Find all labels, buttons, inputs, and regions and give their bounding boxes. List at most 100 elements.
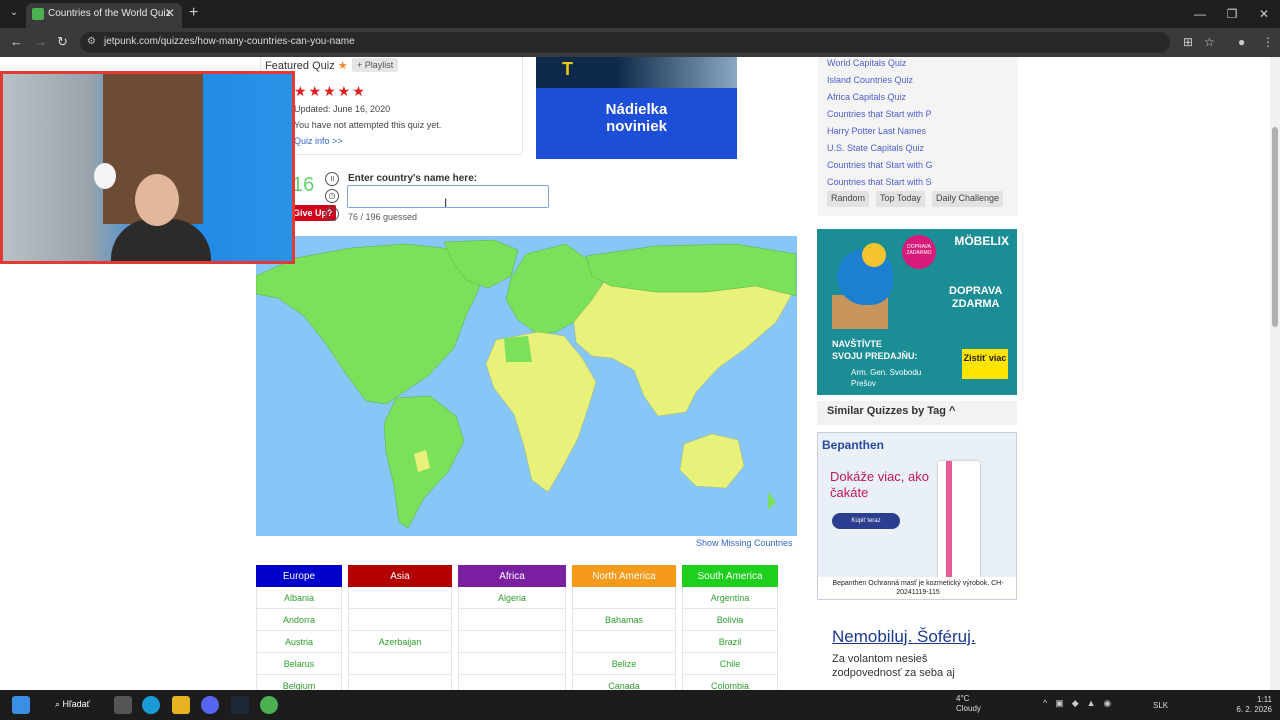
site-info-icon[interactable]: ⚙ — [87, 36, 96, 47]
ad-delivery-text: DOPRAVA ZDARMA — [949, 285, 1003, 310]
profile-icon[interactable]: ● — [1238, 35, 1245, 49]
minimize-icon[interactable]: — — [1184, 0, 1216, 28]
ad-headline-2: noviniek — [606, 118, 667, 135]
steam-icon[interactable] — [231, 696, 249, 714]
world-map-svg — [256, 239, 797, 529]
australia-region[interactable] — [679, 433, 745, 489]
url-bar[interactable]: ⚙ jetpunk.com/quizzes/how-many-countries… — [80, 32, 1170, 53]
world-map[interactable] — [256, 236, 797, 536]
input-language[interactable]: SLK — [1153, 701, 1168, 710]
clock-icon[interactable]: ◷ — [325, 189, 339, 203]
new-zealand-region[interactable] — [768, 492, 776, 510]
hbo-max-ad[interactable]: T Nádielka noviniek — [536, 57, 737, 159]
mobelix-ad[interactable]: MÖBELIX DOPRAVA ZADARMO DOPRAVA ZDARMA N… — [817, 229, 1017, 395]
answer-input[interactable] — [347, 185, 549, 208]
close-window-icon[interactable]: ✕ — [1248, 0, 1280, 28]
back-icon[interactable]: ← — [10, 34, 23, 49]
guessed-count: 76 / 196 guessed — [348, 212, 418, 222]
header-asia: Asia — [348, 565, 452, 587]
africa-region[interactable] — [485, 331, 597, 493]
related-quiz-link[interactable]: Countries that Start with P — [827, 109, 932, 119]
windows-start-icon[interactable] — [12, 696, 30, 714]
header-africa: Africa — [458, 565, 566, 587]
forward-icon[interactable]: → — [34, 34, 47, 49]
weather-temp: 4°C — [956, 694, 970, 703]
pause-icon[interactable]: ॥ — [325, 172, 339, 186]
show-missing-link[interactable]: Show Missing Countries — [696, 538, 793, 548]
country-cell — [572, 631, 676, 653]
task-view-icon[interactable] — [114, 696, 132, 714]
algeria-region[interactable] — [504, 336, 532, 362]
related-quizzes-panel: World Capitals Quiz Island Countries Qui… — [818, 57, 1018, 216]
tab-close-icon[interactable]: ✕ — [165, 6, 175, 20]
tab-search-chevron-icon[interactable]: ⌄ — [6, 5, 22, 21]
country-cell — [458, 653, 566, 675]
scrollbar-thumb[interactable] — [1272, 127, 1278, 327]
country-cell: Chile — [682, 653, 778, 675]
browser-tab[interactable]: Countries of the World Quiz ✕ — [26, 3, 182, 28]
related-quiz-link[interactable]: Harry Potter Last Names — [827, 126, 926, 136]
continent-table: Europe Asia Africa North America South A… — [250, 565, 784, 690]
site-favicon-icon — [32, 8, 44, 20]
related-quiz-link[interactable]: Africa Capitals Quiz — [827, 92, 906, 102]
updated-date: Updated: June 16, 2020 — [294, 104, 391, 114]
ad-headline-1: Nádielka — [605, 101, 668, 118]
bookmark-star-icon[interactable]: ☆ — [1204, 35, 1215, 49]
country-cell: Brazil — [682, 631, 778, 653]
bepanthen-buy-button[interactable]: Kúpiť teraz — [832, 513, 900, 529]
webcam-person-face — [135, 174, 179, 226]
country-cell — [458, 609, 566, 631]
related-quiz-link[interactable]: Countries that Start with S — [827, 177, 932, 187]
table-row: Belarus Belize Chile — [256, 653, 778, 675]
ad-logo-icon: T — [562, 59, 573, 79]
ad-cta-button[interactable]: Zistiť viac — [962, 349, 1008, 379]
related-quiz-link[interactable]: Countries that Start with G — [827, 160, 933, 170]
related-quiz-link[interactable]: U.S. State Capitals Quiz — [827, 143, 924, 153]
text-ad[interactable]: Nemobiluj. Šoféruj. Za volantom nesieš z… — [832, 627, 992, 680]
system-tray-icons[interactable]: ^▣◆▲◉ — [1043, 698, 1119, 709]
file-explorer-icon[interactable] — [172, 696, 190, 714]
reload-icon[interactable]: ↻ — [57, 34, 68, 50]
webcam-overlay — [0, 71, 295, 264]
taskbar-search[interactable]: ⌕ Hľadať — [55, 699, 90, 710]
weather-widget[interactable]: 4°C Cloudy — [956, 694, 981, 714]
country-cell — [348, 675, 452, 690]
ad-badge: DOPRAVA ZADARMO — [902, 235, 936, 269]
country-cell: Albania — [256, 587, 342, 609]
clock-time: 1:11 — [1257, 695, 1272, 704]
related-quiz-link[interactable]: Island Countries Quiz — [827, 75, 913, 85]
edge-icon[interactable] — [142, 696, 160, 714]
country-cell: Austria — [256, 631, 342, 653]
discord-icon[interactable] — [201, 696, 219, 714]
page-scrollbar[interactable] — [1270, 57, 1280, 690]
quiz-info-link[interactable]: Quiz info >> — [294, 136, 343, 146]
browser-menu-icon[interactable]: ⋮ — [1262, 35, 1274, 49]
text-ad-headline[interactable]: Nemobiluj. Šoféruj. — [832, 627, 992, 647]
header-south-america: South America — [682, 565, 778, 587]
product-tube-image — [938, 461, 980, 581]
country-cell — [458, 675, 566, 690]
rating-stars[interactable]: ★★★★★ — [294, 83, 367, 100]
new-tab-icon[interactable]: + — [189, 4, 198, 22]
tab-title: Countries of the World Quiz — [48, 8, 171, 19]
related-quiz-link[interactable]: World Capitals Quiz — [827, 58, 906, 68]
chrome-icon[interactable] — [260, 696, 278, 714]
bepanthen-headline: Dokáže viac, ako čakáte — [830, 469, 929, 500]
restore-icon[interactable]: ❐ — [1216, 0, 1248, 28]
daily-challenge-button[interactable]: Daily Challenge — [932, 191, 1004, 207]
featured-star-icon: ★ — [337, 60, 348, 72]
taskbar-clock[interactable]: 1:11 6. 2. 2026 — [1236, 695, 1272, 715]
country-cell: Bolivia — [682, 609, 778, 631]
country-cell: Belgium — [256, 675, 342, 690]
similar-quizzes-header[interactable]: Similar Quizzes by Tag ^ — [817, 401, 1017, 425]
help-icon[interactable]: ? — [325, 207, 339, 221]
country-cell: Bahamas — [572, 609, 676, 631]
top-today-button[interactable]: Top Today — [876, 191, 925, 207]
country-cell — [348, 609, 452, 631]
translate-icon[interactable]: ⊞ — [1183, 35, 1193, 49]
bepanthen-ad[interactable]: Bepanthen Dokáže viac, ako čakáte Kúpiť … — [817, 432, 1017, 600]
country-cell: Argentina — [682, 587, 778, 609]
playlist-button[interactable]: + Playlist — [352, 58, 399, 72]
north-america-region[interactable] — [256, 243, 487, 405]
random-button[interactable]: Random — [827, 191, 870, 207]
